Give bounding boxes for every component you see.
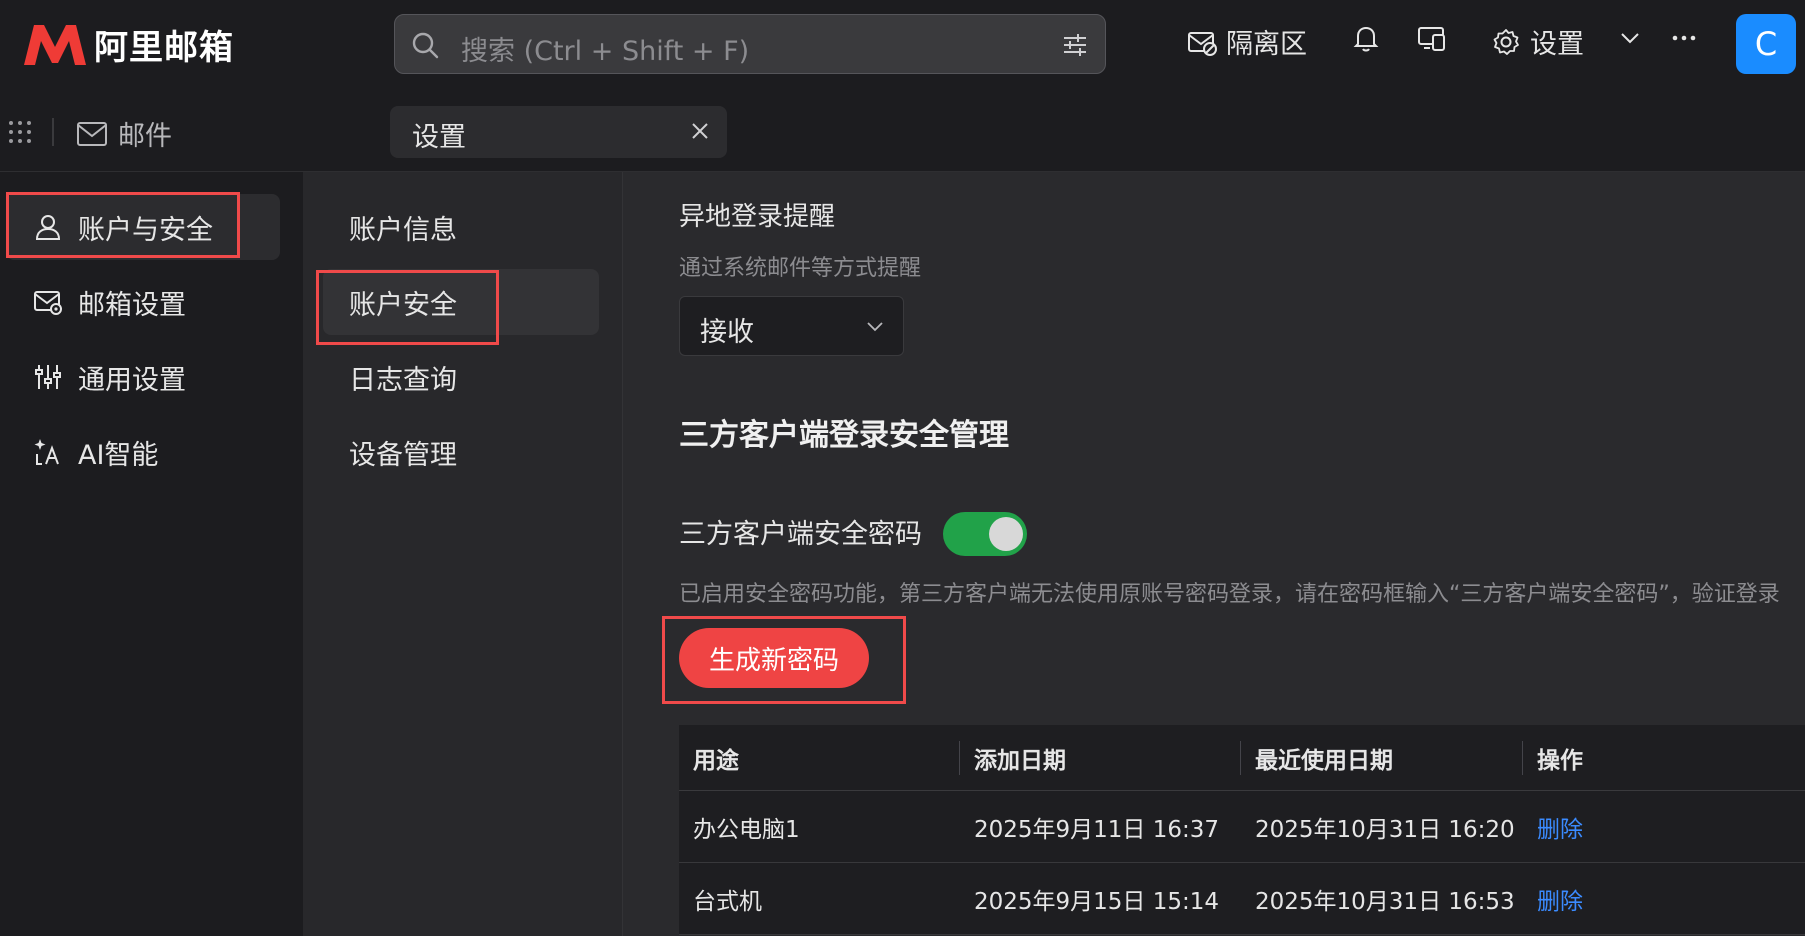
chevron-down-icon (867, 322, 883, 332)
cell-added-date: 2025年9月11日 16:37 (974, 816, 1220, 843)
delete-link[interactable]: 删除 (1537, 863, 1583, 934)
generate-password-button[interactable]: 生成新密码 (679, 628, 869, 688)
close-icon[interactable] (689, 120, 711, 142)
nav-item-account-security[interactable]: 账户与安全 (6, 194, 280, 260)
remote-login-desc: 通过系统邮件等方式提醒 (679, 256, 922, 281)
devices-icon (1418, 27, 1445, 51)
cell-last-used-date: 2025年10月31日 16:53 (1255, 888, 1515, 915)
column-header: 操作 (1537, 747, 1583, 774)
column-divider (959, 741, 960, 775)
sub-item-label: 日志查询 (349, 364, 457, 396)
sub-item-label: 账户安全 (349, 289, 457, 321)
sub-item-account-info[interactable]: 账户信息 (323, 194, 599, 260)
cell-last-used-date: 2025年10月31日 16:20 (1255, 816, 1515, 843)
table-row: 台式机 2025年9月15日 15:14 2025年10月31日 16:53 删… (679, 863, 1805, 935)
third-party-desc: 已启用安全密码功能，第三方客户端无法使用原账号密码登录，请在密码框输入“三方客户… (679, 582, 1780, 607)
third-party-pw-toggle[interactable] (943, 512, 1027, 556)
apps-grid-icon[interactable] (8, 120, 32, 144)
settings-button[interactable]: 设置 (1490, 22, 1584, 61)
nav-item-mailbox-settings[interactable]: 邮箱设置 (6, 269, 280, 335)
more-button[interactable] (1668, 22, 1700, 54)
tab-bar: 邮件 设置 (0, 88, 1805, 172)
nav-item-label: AI智能 (78, 439, 159, 471)
sub-item-label: 设备管理 (349, 439, 457, 471)
brand-m-icon (24, 24, 86, 65)
tab-settings-label: 设置 (412, 122, 466, 153)
remote-login-select[interactable]: 接收 (679, 296, 904, 356)
quarantine-label: 隔离区 (1226, 29, 1307, 60)
quarantine-button[interactable]: 隔离区 (1186, 22, 1307, 61)
devices-button[interactable] (1416, 22, 1448, 54)
search-placeholder: 搜索 (Ctrl + Shift + F) (461, 36, 750, 67)
remote-login-title: 异地登录提醒 (679, 202, 836, 232)
nav-item-label: 邮箱设置 (78, 289, 186, 321)
select-value: 接收 (700, 317, 754, 348)
divider (52, 118, 54, 146)
ai-icon (34, 439, 59, 465)
toggle-knob (989, 517, 1023, 551)
column-divider (1240, 741, 1241, 775)
left-nav: 账户与安全 邮箱设置 通用设置 AI智能 (0, 172, 303, 936)
nav-item-general-settings[interactable]: 通用设置 (6, 344, 280, 410)
sub-item-log-query[interactable]: 日志查询 (323, 344, 599, 410)
cell-added-date: 2025年9月15日 15:14 (974, 888, 1220, 915)
envelope-icon (77, 121, 107, 146)
filter-icon[interactable] (1061, 31, 1089, 59)
quarantine-mail-icon (1188, 31, 1217, 56)
tab-mail[interactable]: 邮件 (76, 114, 172, 153)
brand-name: 阿里邮箱 (94, 28, 234, 68)
table-header: 用途 添加日期 最近使用日期 操作 (679, 725, 1805, 791)
table-row: 办公电脑1 2025年9月11日 16:37 2025年10月31日 16:20… (679, 791, 1805, 863)
nav-item-label: 账户与安全 (78, 214, 213, 246)
search-input[interactable]: 搜索 (Ctrl + Shift + F) (394, 14, 1106, 74)
column-header: 用途 (693, 747, 739, 774)
gear-icon (1493, 28, 1519, 55)
mailbox-settings-icon (34, 291, 62, 315)
cell-purpose: 台式机 (693, 888, 762, 915)
sub-item-device-management[interactable]: 设备管理 (323, 419, 599, 485)
top-bar: 阿里邮箱 搜索 (Ctrl + Shift + F) 隔离区 设置 C (0, 0, 1805, 88)
sliders-icon (35, 365, 61, 389)
sub-nav: 账户信息 账户安全 日志查询 设备管理 (303, 172, 623, 936)
column-header: 最近使用日期 (1255, 747, 1393, 774)
nav-item-ai[interactable]: AI智能 (6, 419, 280, 485)
notifications-button[interactable] (1350, 22, 1382, 54)
third-party-title: 三方客户端登录安全管理 (679, 418, 1009, 453)
sub-item-label: 账户信息 (349, 214, 457, 246)
delete-link[interactable]: 删除 (1537, 791, 1583, 862)
column-divider (1522, 741, 1523, 775)
app-logo[interactable]: 阿里邮箱 (22, 20, 234, 69)
sub-item-account-security[interactable]: 账户安全 (323, 269, 599, 335)
third-party-pw-label: 三方客户端安全密码 (679, 519, 922, 550)
cell-purpose: 办公电脑1 (693, 816, 800, 843)
settings-label: 设置 (1530, 29, 1584, 60)
tab-settings[interactable]: 设置 (390, 106, 727, 158)
expand-dropdown-button[interactable] (1614, 22, 1646, 54)
avatar[interactable]: C (1736, 14, 1796, 74)
search-icon (412, 32, 439, 59)
bell-icon (1353, 26, 1379, 52)
tab-mail-label: 邮件 (118, 121, 172, 152)
chevron-down-icon (1621, 33, 1639, 44)
user-icon (35, 215, 61, 240)
settings-content: 异地登录提醒 通过系统邮件等方式提醒 接收 三方客户端登录安全管理 三方客户端安… (623, 172, 1805, 936)
password-table: 用途 添加日期 最近使用日期 操作 办公电脑1 2025年9月11日 16:37… (679, 725, 1805, 935)
nav-item-label: 通用设置 (78, 364, 186, 396)
column-header: 添加日期 (974, 747, 1066, 774)
more-dots-icon (1672, 35, 1696, 41)
